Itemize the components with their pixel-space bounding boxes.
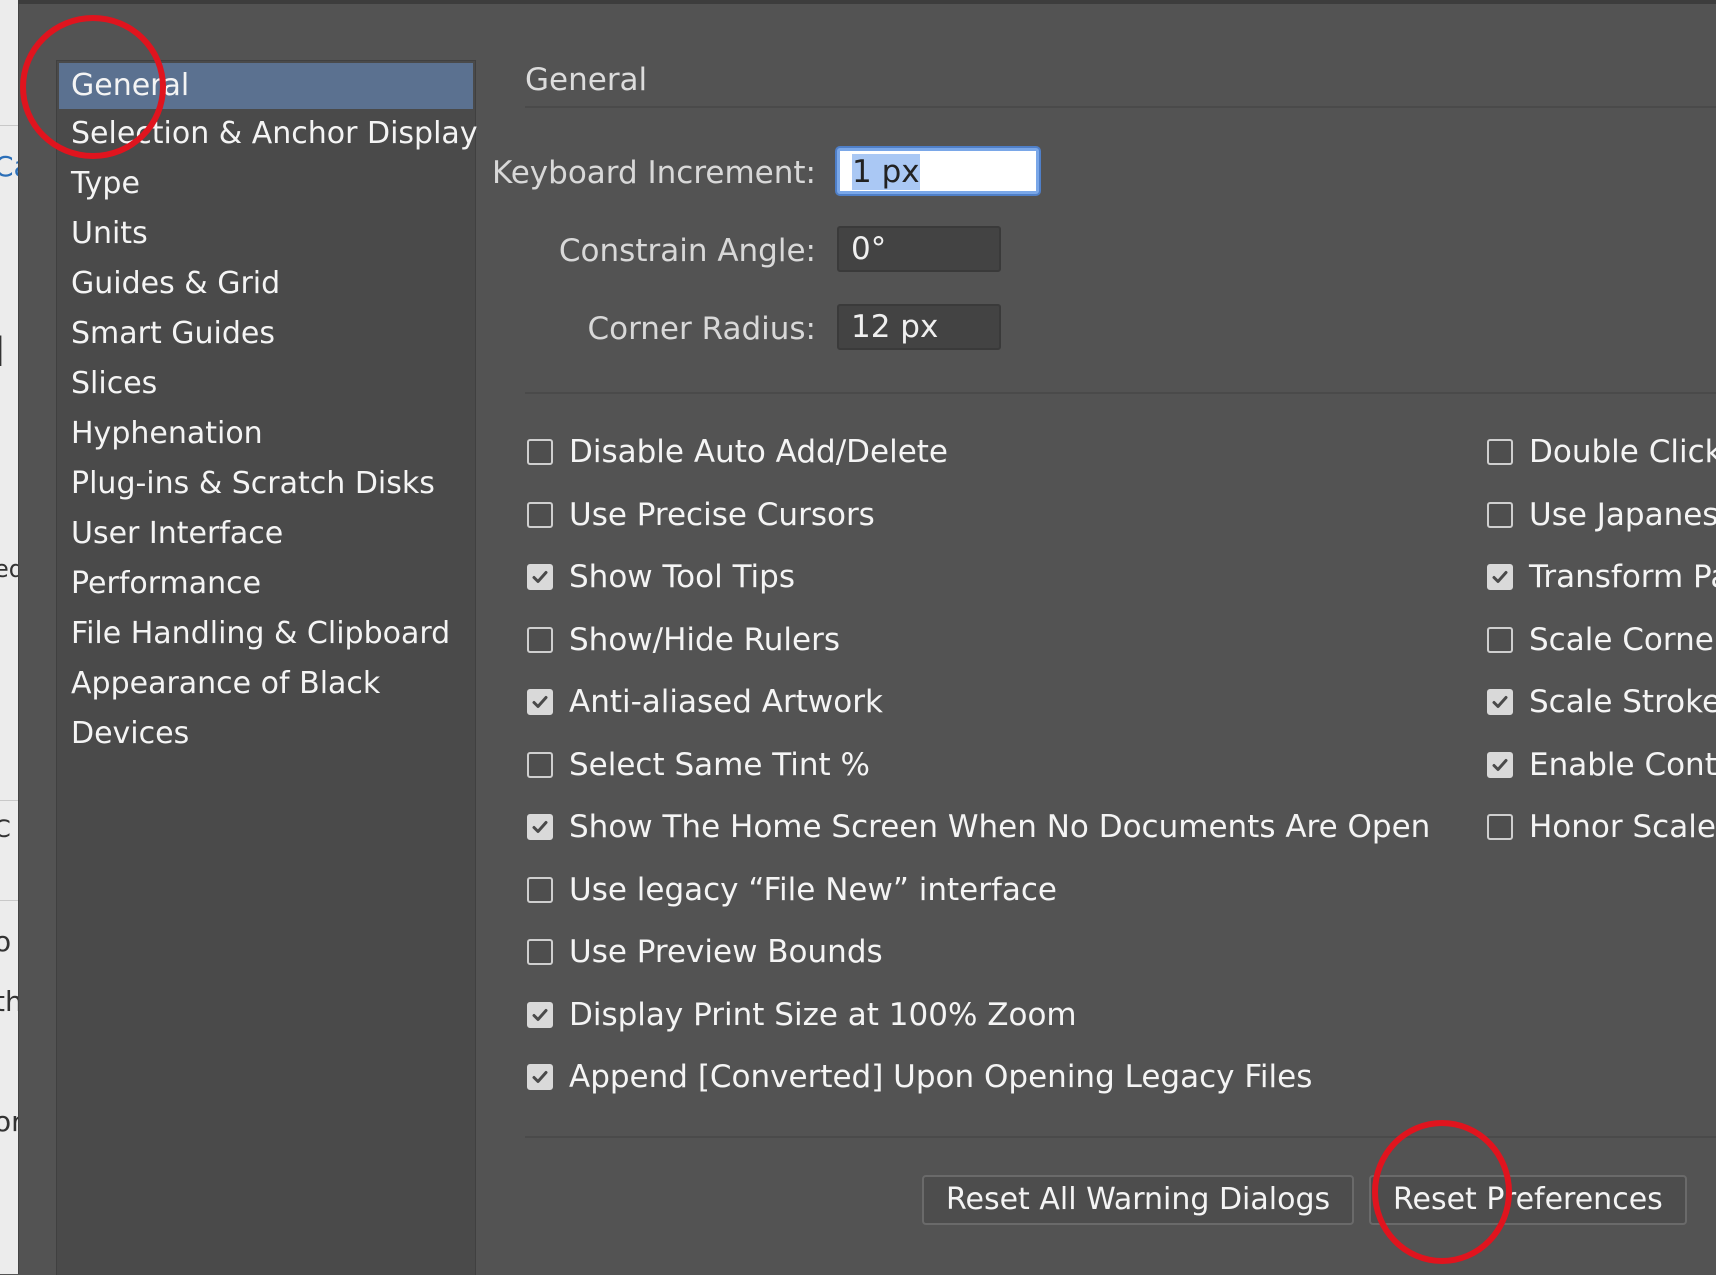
corner-radius-input[interactable]: 12 px xyxy=(837,304,1001,350)
corner-radius-label: Corner Radius: xyxy=(587,311,816,347)
checkbox-unchecked-icon[interactable] xyxy=(527,626,553,653)
checkbox-label: Show The Home Screen When No Documents A… xyxy=(569,809,1431,845)
checkbox-use-japanese[interactable]: Use Japanese xyxy=(1487,493,1716,537)
sidebar-item-appearance-of-black[interactable]: Appearance of Black xyxy=(57,659,475,709)
checkbox-append-converted-upon-opening-legacy-files[interactable]: Append [Converted] Upon Opening Legacy F… xyxy=(527,1055,1312,1099)
checkbox-use-legacy-file-new-interface[interactable]: Use legacy “File New” interface xyxy=(527,868,1057,912)
sidebar-item-slices[interactable]: Slices xyxy=(57,359,475,409)
checkbox-enable-conte[interactable]: Enable Conte xyxy=(1487,743,1716,787)
keyboard-increment-input[interactable]: 1 px xyxy=(837,148,1039,194)
checkbox-label: Use Japanese xyxy=(1529,496,1716,533)
checkbox-checked-icon[interactable] xyxy=(1487,751,1513,778)
checkbox-label: Disable Auto Add/Delete xyxy=(569,434,948,470)
checkbox-label: Use Precise Cursors xyxy=(569,496,875,533)
keyboard-increment-label: Keyboard Increment: xyxy=(491,155,816,191)
checkbox-transform-pa[interactable]: Transform Pa xyxy=(1487,555,1716,599)
checkbox-show-tool-tips[interactable]: Show Tool Tips xyxy=(527,555,795,599)
sidebar-item-plugins-scratch-disks[interactable]: Plug-ins & Scratch Disks xyxy=(57,459,475,509)
section-title: General xyxy=(525,62,648,98)
checkbox-use-preview-bounds[interactable]: Use Preview Bounds xyxy=(527,930,883,974)
reset-all-warning-dialogs-button[interactable]: Reset All Warning Dialogs xyxy=(922,1175,1355,1225)
checkbox-label: Show/Hide Rulers xyxy=(569,621,840,658)
checkbox-unchecked-icon[interactable] xyxy=(1487,439,1513,465)
checkbox-label: Select Same Tint % xyxy=(569,746,870,783)
checkbox-label: Display Print Size at 100% Zoom xyxy=(569,996,1077,1033)
reset-preferences-button[interactable]: Reset Preferences xyxy=(1369,1175,1687,1225)
sidebar-item-selection-anchor-display[interactable]: Selection & Anchor Display xyxy=(57,109,478,159)
sidebar-item-hyphenation[interactable]: Hyphenation xyxy=(57,409,475,459)
sidebar-item-file-handling-clipboard[interactable]: File Handling & Clipboard xyxy=(57,609,475,659)
checkbox-unchecked-icon[interactable] xyxy=(527,439,553,465)
checkbox-disable-auto-add-delete[interactable]: Disable Auto Add/Delete xyxy=(527,430,948,474)
checkbox-unchecked-icon[interactable] xyxy=(527,876,553,903)
checkbox-unchecked-icon[interactable] xyxy=(1487,626,1513,653)
sidebar-item-devices[interactable]: Devices xyxy=(57,709,475,759)
checkbox-show-hide-rulers[interactable]: Show/Hide Rulers xyxy=(527,618,840,662)
sidebar-item-type[interactable]: Type xyxy=(57,159,475,209)
sidebar-item-user-interface[interactable]: User Interface xyxy=(57,509,475,559)
checkbox-select-same-tint[interactable]: Select Same Tint % xyxy=(527,743,870,787)
checkbox-unchecked-icon[interactable] xyxy=(1487,814,1513,840)
background-divider xyxy=(0,125,18,126)
checkbox-label: Append [Converted] Upon Opening Legacy F… xyxy=(569,1059,1313,1095)
background-fragment: C xyxy=(0,815,11,843)
title-divider xyxy=(525,106,1716,108)
background-fragment: Ca xyxy=(0,150,18,183)
sidebar-item-general[interactable]: General xyxy=(59,63,473,109)
checkbox-label: Enable Conte xyxy=(1529,746,1716,783)
checkbox-anti-aliased-artwork[interactable]: Anti-aliased Artwork xyxy=(527,680,883,724)
checkbox-scale-strokes[interactable]: Scale Strokes xyxy=(1487,680,1716,724)
checkbox-label: Show Tool Tips xyxy=(569,559,795,595)
constrain-angle-label: Constrain Angle: xyxy=(558,233,816,269)
sidebar-item-units[interactable]: Units xyxy=(57,209,475,259)
checkbox-label: Scale Strokes xyxy=(1529,684,1716,720)
sidebar-item-performance[interactable]: Performance xyxy=(57,559,475,609)
checkbox-checked-icon[interactable] xyxy=(527,814,553,840)
checkbox-double-click[interactable]: Double Click xyxy=(1487,430,1716,474)
checkbox-show-the-home-screen-when-no-documents-are-open[interactable]: Show The Home Screen When No Documents A… xyxy=(527,805,1430,849)
background-divider xyxy=(0,900,18,901)
background-divider xyxy=(0,800,18,801)
checkbox-label: Double Click xyxy=(1529,434,1716,470)
fields-divider xyxy=(525,392,1716,394)
checkbox-display-print-size-at-100-zoom[interactable]: Display Print Size at 100% Zoom xyxy=(527,993,1077,1037)
background-fragment: th xyxy=(0,985,18,1018)
background-fragment: l xyxy=(0,330,5,376)
checkbox-label: Anti-aliased Artwork xyxy=(569,684,883,720)
checkbox-checked-icon[interactable] xyxy=(1487,564,1513,590)
checkbox-checked-icon[interactable] xyxy=(527,1064,553,1090)
checkbox-unchecked-icon[interactable] xyxy=(527,751,553,778)
checkbox-checked-icon[interactable] xyxy=(527,1001,553,1028)
checkbox-unchecked-icon[interactable] xyxy=(1487,501,1513,528)
keyboard-increment-value: 1 px xyxy=(852,154,920,190)
background-app-edge: Ca l ed C o th or xyxy=(0,0,19,1274)
preferences-main-panel: General Keyboard Increment: 1 px Constra… xyxy=(492,0,1716,1274)
checkbox-unchecked-icon[interactable] xyxy=(527,501,553,528)
preferences-sidebar: General Selection & Anchor Display Type … xyxy=(56,60,478,1275)
checkbox-honor-scale[interactable]: Honor Scale xyxy=(1487,805,1716,849)
sidebar-item-smart-guides[interactable]: Smart Guides xyxy=(57,309,475,359)
sidebar-item-guides-grid[interactable]: Guides & Grid xyxy=(57,259,475,309)
checkbox-label: Use Preview Bounds xyxy=(569,934,883,970)
checkbox-scale-corners[interactable]: Scale Corners xyxy=(1487,618,1716,662)
constrain-angle-input[interactable]: 0° xyxy=(837,226,1001,272)
checkbox-checked-icon[interactable] xyxy=(527,689,553,715)
checkbox-label: Honor Scale xyxy=(1529,809,1716,845)
checkbox-label: Use legacy “File New” interface xyxy=(569,871,1057,908)
checkbox-unchecked-icon[interactable] xyxy=(527,939,553,965)
buttons-divider xyxy=(525,1136,1716,1138)
background-fragment: or xyxy=(0,1105,18,1138)
checkbox-use-precise-cursors[interactable]: Use Precise Cursors xyxy=(527,493,875,537)
checkbox-checked-icon[interactable] xyxy=(527,564,553,590)
checkbox-label: Scale Corners xyxy=(1529,621,1716,658)
checkbox-checked-icon[interactable] xyxy=(1487,689,1513,715)
background-fragment: o xyxy=(0,925,11,958)
checkbox-label: Transform Pa xyxy=(1529,559,1716,595)
background-fragment: ed xyxy=(0,555,18,583)
